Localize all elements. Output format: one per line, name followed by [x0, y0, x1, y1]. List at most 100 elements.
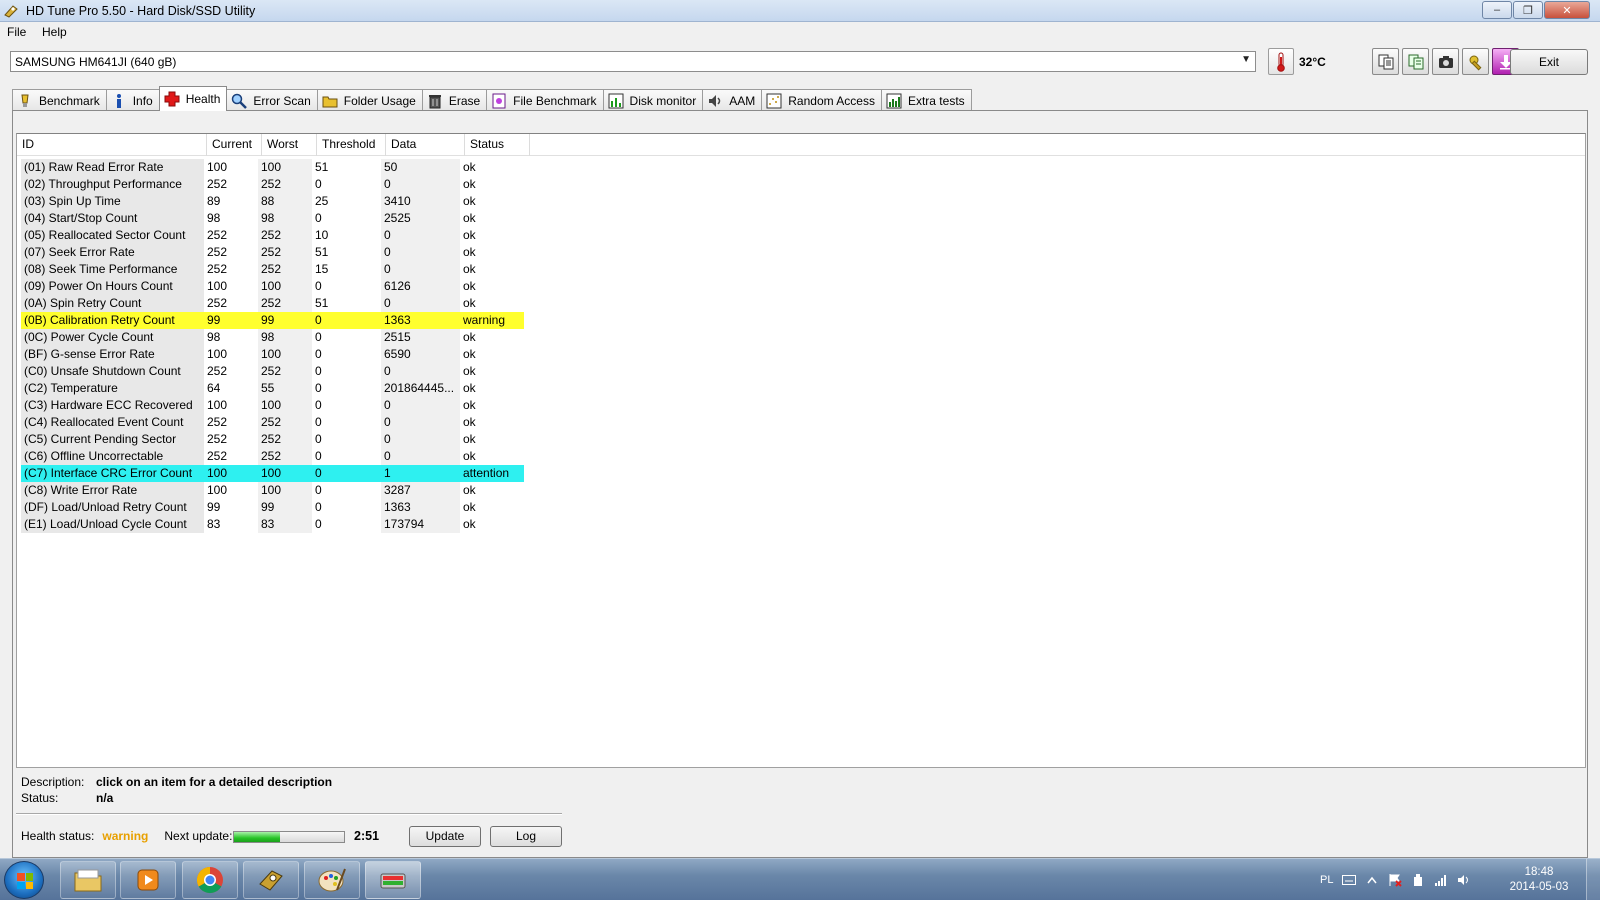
- cell-status: warning: [460, 312, 524, 329]
- column-header-threshold[interactable]: Threshold: [317, 134, 386, 156]
- table-row[interactable]: (0B) Calibration Retry Count 99 99 0 1363 war…: [21, 312, 524, 329]
- menu-help[interactable]: Help: [42, 25, 67, 39]
- cell-data: 0: [381, 363, 460, 380]
- table-row[interactable]: (04) Start/Stop Count 98 98 0 2525 ok: [21, 210, 524, 227]
- maximize-button[interactable]: ❐: [1513, 1, 1543, 19]
- table-row[interactable]: (02) Throughput Performance 252 252 0 0 ok: [21, 176, 524, 193]
- drive-select[interactable]: SAMSUNG HM641JI (640 gB) ▼: [10, 51, 1256, 72]
- tab-disk-monitor[interactable]: Disk monitor: [602, 89, 704, 111]
- table-row[interactable]: (09) Power On Hours Count 100 100 0 6126 ok: [21, 278, 524, 295]
- close-button[interactable]: ✕: [1544, 1, 1590, 19]
- cell-id: (C3) Hardware ECC Recovered: [21, 397, 204, 414]
- cell-threshold: 0: [315, 330, 322, 344]
- column-header-current[interactable]: Current: [207, 134, 262, 156]
- taskbar-hdtune-active[interactable]: [365, 861, 421, 899]
- exit-button[interactable]: Exit: [1510, 49, 1588, 75]
- cell-worst: 99: [258, 499, 312, 516]
- taskbar-explorer[interactable]: [60, 861, 116, 899]
- usb-device-icon[interactable]: [1411, 873, 1425, 887]
- menu-file[interactable]: File: [7, 25, 26, 39]
- update-button[interactable]: Update: [409, 826, 481, 847]
- action-center-flag-icon[interactable]: [1388, 873, 1403, 887]
- taskbar-clock[interactable]: 18:48 2014-05-03: [1504, 865, 1574, 895]
- benchmark-icon: [17, 93, 33, 109]
- table-row[interactable]: (DF) Load/Unload Retry Count 99 99 0 1363 ok: [21, 499, 524, 516]
- cell-data: 0: [381, 261, 460, 278]
- magnifier-icon: [231, 93, 248, 109]
- table-row[interactable]: (C7) Interface CRC Error Count 100 100 0 1 at…: [21, 465, 524, 482]
- drive-select-value: SAMSUNG HM641JI (640 gB): [15, 55, 177, 69]
- tab-info-label: Info: [132, 93, 153, 108]
- tab-extra-tests[interactable]: Extra tests: [880, 89, 972, 111]
- screenshot-button[interactable]: [1432, 48, 1459, 75]
- tab-health[interactable]: Health: [158, 86, 228, 111]
- start-button[interactable]: [4, 861, 44, 899]
- taskbar-hdtune[interactable]: [243, 861, 299, 899]
- cell-current: 252: [207, 228, 228, 242]
- table-row[interactable]: (01) Raw Read Error Rate 100 100 51 50 ok: [21, 159, 524, 176]
- table-row[interactable]: (07) Seek Error Rate 252 252 51 0 ok: [21, 244, 524, 261]
- cell-threshold: 0: [315, 381, 322, 395]
- minimize-button[interactable]: –: [1482, 1, 1512, 19]
- table-row[interactable]: (C6) Offline Uncorrectable 252 252 0 0 ok: [21, 448, 524, 465]
- column-header-status[interactable]: Status: [465, 134, 530, 156]
- copy-text-button[interactable]: [1372, 48, 1399, 75]
- cell-current: 252: [207, 364, 228, 378]
- cell-threshold: 0: [315, 398, 322, 412]
- cell-current: 64: [207, 381, 221, 395]
- tab-erase[interactable]: Erase: [421, 89, 488, 111]
- column-header-worst[interactable]: Worst: [262, 134, 317, 156]
- thermometer-button[interactable]: [1268, 48, 1294, 75]
- table-row[interactable]: (E1) Load/Unload Cycle Count 83 83 0 173794 o…: [21, 516, 524, 533]
- tab-random-access[interactable]: Random Access: [761, 89, 882, 111]
- cell-data: 0: [381, 227, 460, 244]
- cell-id: (01) Raw Read Error Rate: [21, 159, 204, 176]
- column-header-data[interactable]: Data: [386, 134, 465, 156]
- log-button[interactable]: Log: [490, 826, 562, 847]
- table-row[interactable]: (03) Spin Up Time 89 88 25 3410 ok: [21, 193, 524, 210]
- column-header-id[interactable]: ID: [17, 134, 207, 156]
- taskbar-media-player[interactable]: [120, 861, 176, 899]
- cell-worst: 252: [258, 431, 312, 448]
- keyboard-icon[interactable]: [1342, 873, 1357, 887]
- cell-current: 98: [207, 211, 221, 225]
- file-benchmark-icon: [491, 93, 507, 109]
- language-indicator[interactable]: PL: [1320, 874, 1333, 886]
- cell-data: 173794: [381, 516, 460, 533]
- taskbar-chrome[interactable]: [182, 861, 238, 899]
- table-row[interactable]: (08) Seek Time Performance 252 252 15 0 ok: [21, 261, 524, 278]
- cell-worst: 83: [258, 516, 312, 533]
- paint-palette-icon: [318, 868, 346, 892]
- chevron-down-icon[interactable]: ▼: [1241, 54, 1251, 65]
- taskbar-paint[interactable]: [304, 861, 360, 899]
- tab-aam[interactable]: AAM: [702, 89, 763, 111]
- tab-benchmark[interactable]: Benchmark: [12, 89, 107, 111]
- cell-status: ok: [463, 381, 476, 395]
- smart-attributes-table[interactable]: ID Current Worst Threshold Data Status (…: [16, 133, 1586, 768]
- show-hidden-icons-icon[interactable]: [1365, 873, 1379, 887]
- table-row[interactable]: (C5) Current Pending Sector 252 252 0 0 ok: [21, 431, 524, 448]
- table-row[interactable]: (0A) Spin Retry Count 252 252 51 0 ok: [21, 295, 524, 312]
- table-row[interactable]: (05) Reallocated Sector Count 252 252 10 0 ok: [21, 227, 524, 244]
- table-row[interactable]: (0C) Power Cycle Count 98 98 0 2515 ok: [21, 329, 524, 346]
- show-desktop-button[interactable]: [1586, 859, 1600, 900]
- volume-icon[interactable]: [1457, 873, 1471, 887]
- tab-error-scan[interactable]: Error Scan: [226, 89, 318, 111]
- table-row[interactable]: (C3) Hardware ECC Recovered 100 100 0 0 ok: [21, 397, 524, 414]
- table-row[interactable]: (BF) G-sense Error Rate 100 100 0 6590 ok: [21, 346, 524, 363]
- options-button[interactable]: [1462, 48, 1489, 75]
- table-row[interactable]: (C2) Temperature 64 55 0 201864445... ok: [21, 380, 524, 397]
- window-controls: – ❐ ✕: [1481, 1, 1590, 19]
- tab-folder-usage[interactable]: Folder Usage: [316, 89, 423, 111]
- tab-info[interactable]: Info: [105, 89, 160, 111]
- table-row[interactable]: (C8) Write Error Rate 100 100 0 3287 ok: [21, 482, 524, 499]
- table-row[interactable]: (C0) Unsafe Shutdown Count 252 252 0 0 ok: [21, 363, 524, 380]
- next-update-label: Next update:: [164, 829, 233, 843]
- copy-all-button[interactable]: [1402, 48, 1429, 75]
- cell-data: 2525: [381, 210, 460, 227]
- table-row[interactable]: (C4) Reallocated Event Count 252 252 0 0 ok: [21, 414, 524, 431]
- network-signal-icon[interactable]: [1434, 873, 1448, 887]
- tab-file-benchmark[interactable]: File Benchmark: [486, 89, 604, 111]
- cell-current: 99: [207, 500, 221, 514]
- cell-id: (E1) Load/Unload Cycle Count: [21, 516, 204, 533]
